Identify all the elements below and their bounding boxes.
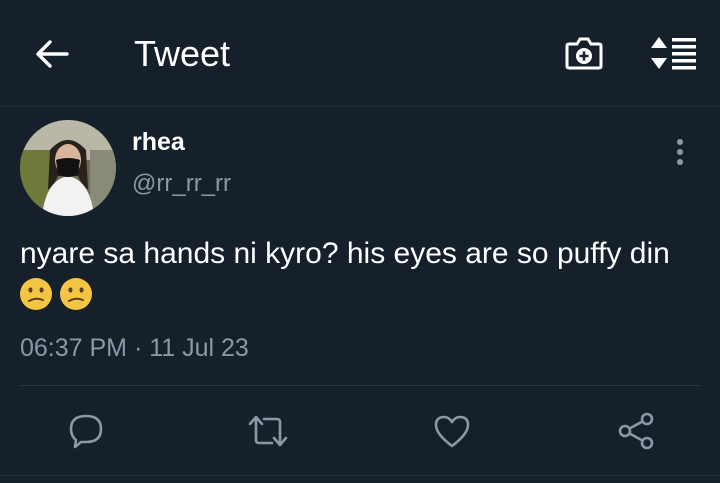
- reply-bubble-icon: [69, 414, 103, 449]
- divider: [0, 475, 720, 476]
- sort-button[interactable]: [646, 31, 702, 75]
- top-app-bar: Tweet: [0, 0, 720, 107]
- share-button[interactable]: [610, 405, 662, 457]
- author-display-name[interactable]: rhea: [132, 128, 185, 156]
- heart-icon: [434, 415, 470, 448]
- tweet-emojis: [18, 276, 94, 312]
- camera-plus-icon: [565, 37, 603, 70]
- camera-button[interactable]: [560, 31, 608, 75]
- retweet-button[interactable]: [242, 405, 294, 457]
- share-icon: [618, 412, 654, 450]
- arrow-left-icon: [36, 40, 69, 68]
- tweet-action-bar: [0, 405, 720, 457]
- tweet-text: nyare sa hands ni kyro? his eyes are so …: [20, 237, 670, 270]
- confused-face-emoji: [20, 278, 52, 310]
- sort-list-icon: [651, 37, 696, 70]
- retweet-icon: [248, 415, 288, 447]
- avatar[interactable]: [20, 120, 116, 216]
- tweet-timestamp[interactable]: 06:37 PM · 11 Jul 23: [20, 333, 249, 363]
- back-button[interactable]: [30, 34, 74, 74]
- profile-photo: [20, 120, 116, 216]
- more-vertical-icon: [677, 139, 683, 165]
- like-button[interactable]: [426, 405, 478, 457]
- divider: [20, 385, 700, 386]
- confused-face-emoji: [60, 278, 92, 310]
- more-options-button[interactable]: [664, 134, 696, 170]
- reply-button[interactable]: [60, 405, 112, 457]
- author-handle[interactable]: @rr_rr_rr: [132, 170, 231, 198]
- page-title: Tweet: [134, 33, 231, 74]
